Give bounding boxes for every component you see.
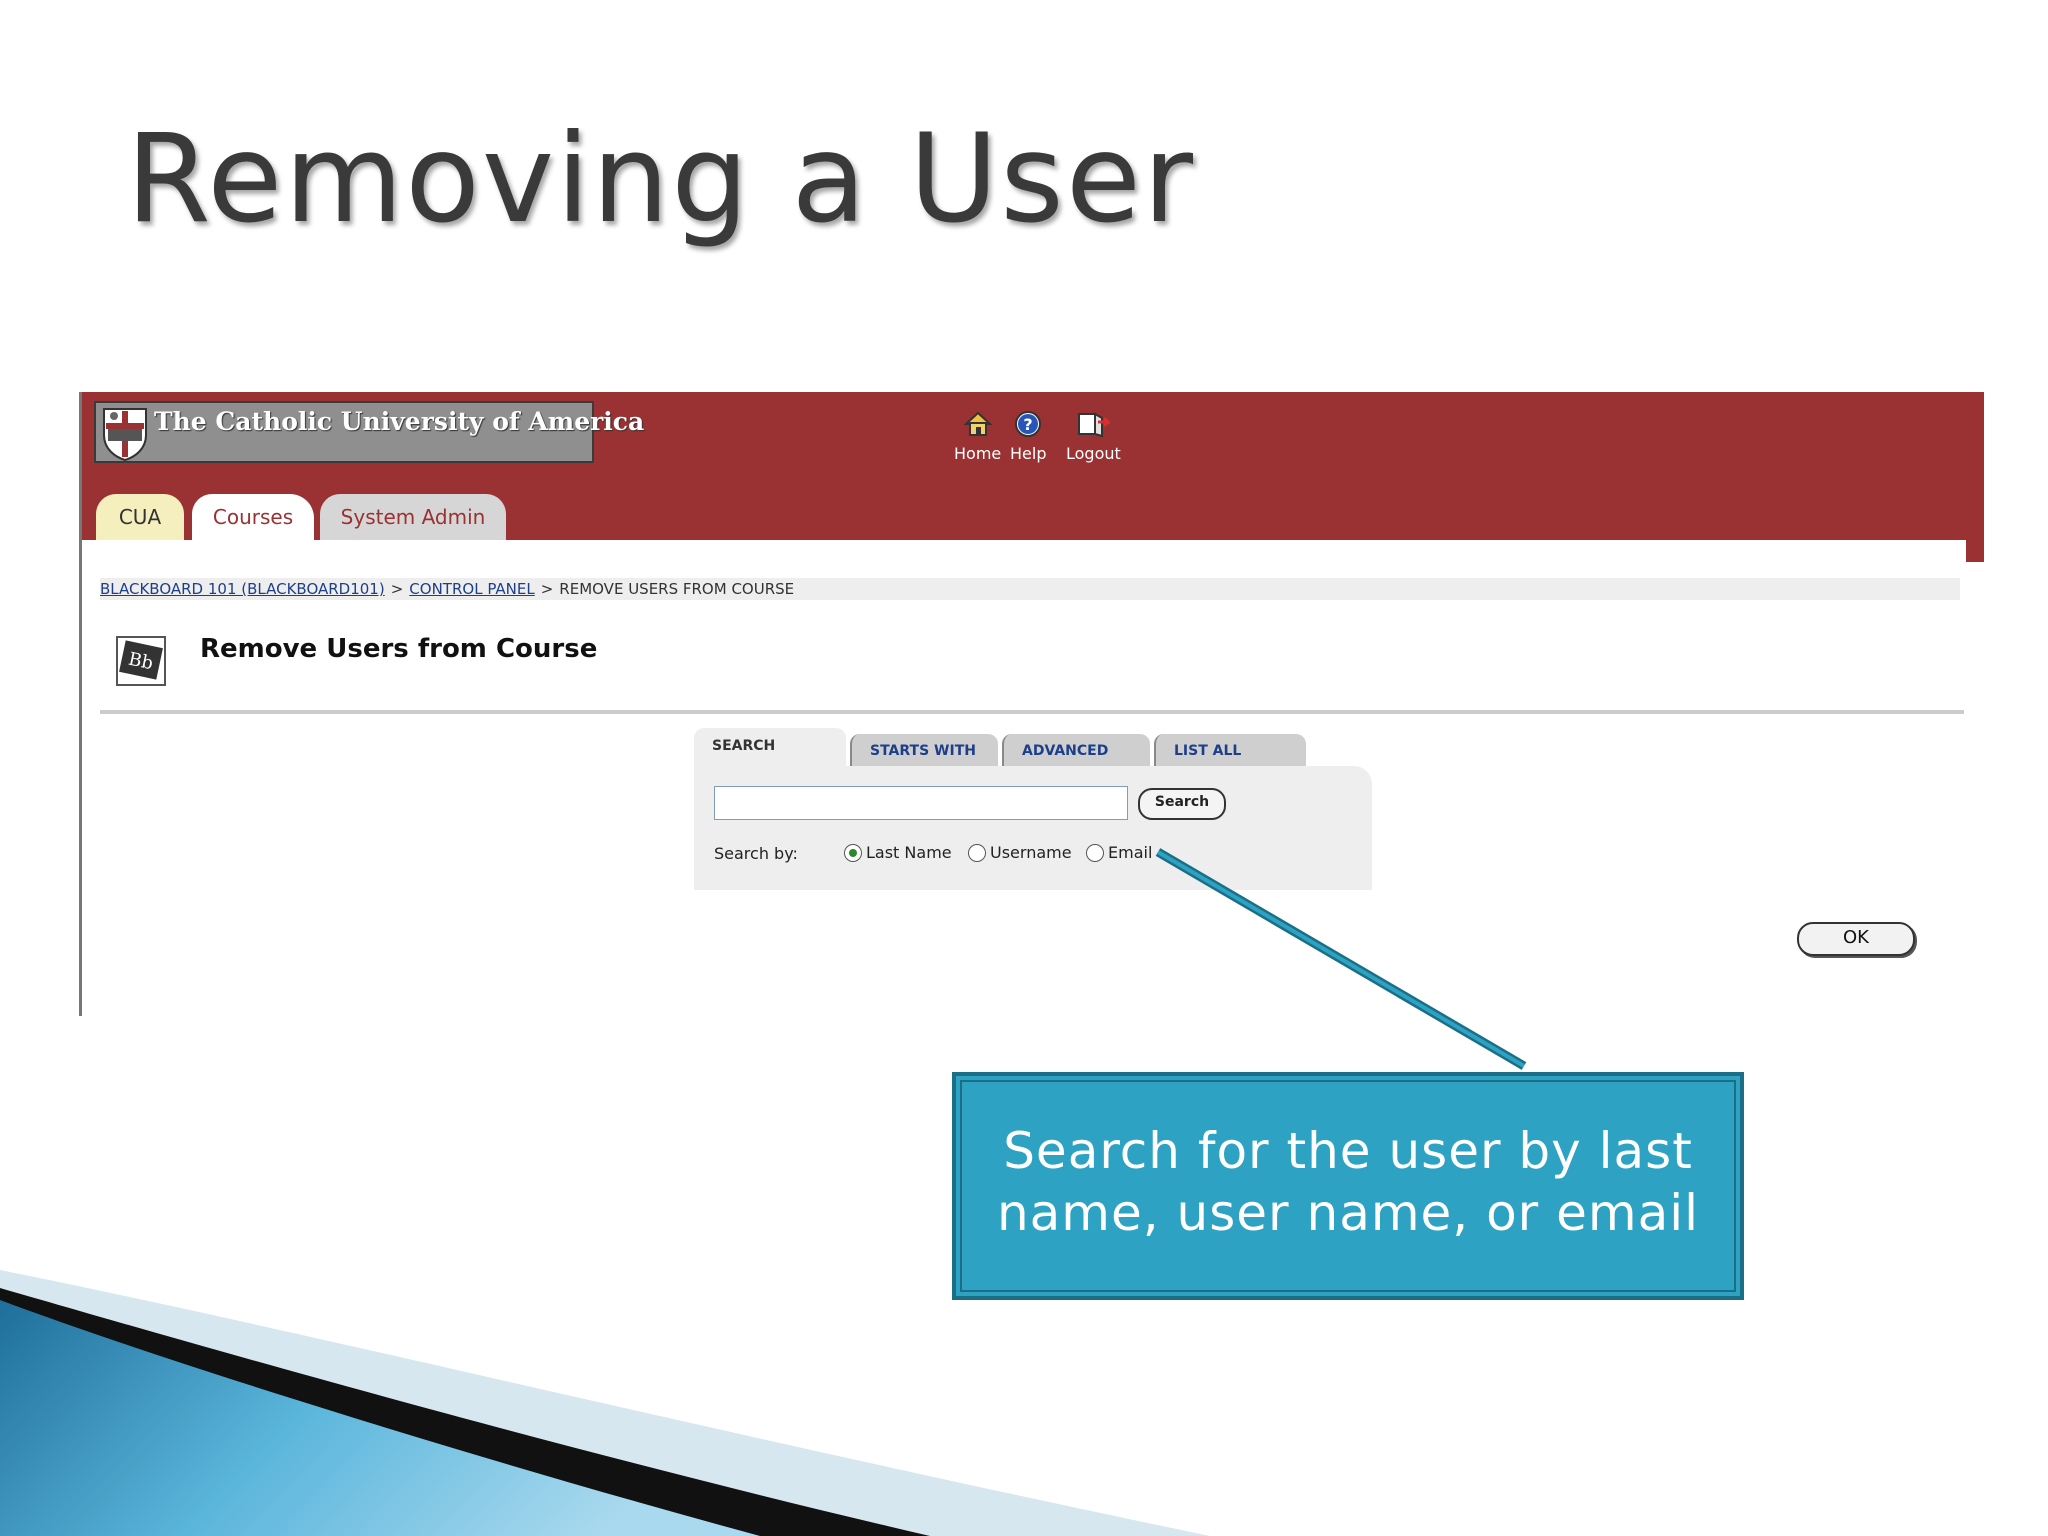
heading-divider	[100, 710, 1964, 714]
help-label: Help	[1010, 444, 1047, 463]
callout-text: Search for the user by last name, user n…	[986, 1120, 1710, 1244]
banner-strip	[82, 540, 1966, 562]
crest-icon	[103, 408, 147, 461]
tab-system-admin[interactable]: System Admin	[320, 494, 506, 540]
search-input[interactable]	[714, 786, 1128, 820]
search-by-label: Search by:	[714, 844, 798, 863]
home-icon	[963, 411, 993, 436]
ok-button[interactable]: OK	[1797, 922, 1915, 956]
radio-last-name[interactable]: Last Name	[844, 842, 952, 866]
help-icon: ?	[1015, 411, 1042, 437]
breadcrumb-separator: >	[540, 580, 554, 598]
radio-email-circle[interactable]	[1086, 843, 1104, 862]
radio-last-name-label: Last Name	[866, 843, 952, 862]
radio-username-label: Username	[990, 843, 1072, 862]
page-heading: Remove Users from Course	[200, 634, 598, 664]
tab-courses[interactable]: Courses	[192, 494, 314, 540]
breadcrumb: BLACKBOARD 101 (BLACKBOARD101) > CONTROL P…	[100, 578, 1960, 600]
search-button[interactable]: Search	[1138, 788, 1226, 820]
home-label: Home	[954, 444, 1002, 463]
logout-label: Logout	[1066, 444, 1121, 463]
slide-title: Removing a User	[126, 108, 1196, 250]
tab-starts-with[interactable]: STARTS WITH	[850, 734, 998, 766]
search-form: Search Search by: Last Name Username Ema…	[694, 766, 1372, 890]
radio-email[interactable]: Email	[1086, 842, 1152, 866]
header-banner: The Catholic University of America Home …	[82, 392, 1984, 562]
breadcrumb-course-link[interactable]: BLACKBOARD 101 (BLACKBOARD101)	[100, 580, 385, 598]
callout-line-2: name, user name, or email	[996, 1184, 1700, 1242]
logout-icon	[1078, 412, 1111, 438]
university-name: The Catholic University of America	[154, 407, 645, 436]
svg-text:?: ?	[1024, 415, 1033, 434]
breadcrumb-current: REMOVE USERS FROM COURSE	[559, 580, 795, 598]
decorative-swoosh	[0, 1270, 1210, 1536]
university-logo[interactable]: The Catholic University of America	[94, 401, 644, 463]
callout-line-1: Search for the user by last	[1003, 1122, 1693, 1180]
radio-last-name-circle[interactable]	[844, 843, 862, 862]
radio-username[interactable]: Username	[968, 842, 1072, 866]
tab-advanced[interactable]: ADVANCED	[1002, 734, 1150, 766]
blackboard-icon: Bb	[116, 636, 166, 686]
radio-email-label: Email	[1108, 843, 1153, 862]
search-panel: SEARCH STARTS WITH ADVANCED LIST ALL Sea…	[694, 728, 1374, 890]
radio-username-circle[interactable]	[968, 843, 986, 862]
tab-list-all[interactable]: LIST ALL	[1154, 734, 1306, 766]
top-nav: Home ? Help Logout	[954, 410, 1184, 480]
breadcrumb-control-panel-link[interactable]: CONTROL PANEL	[409, 580, 534, 598]
home-button[interactable]: Home	[954, 410, 1001, 463]
tab-cua[interactable]: CUA	[96, 494, 184, 540]
blackboard-screenshot: The Catholic University of America Home …	[79, 392, 1984, 1016]
breadcrumb-separator: >	[390, 580, 404, 598]
callout-box: Search for the user by last name, user n…	[952, 1072, 1744, 1300]
tab-search[interactable]: SEARCH	[694, 728, 846, 768]
logout-button[interactable]: Logout	[1066, 410, 1121, 463]
help-button[interactable]: ? Help	[1010, 410, 1046, 463]
